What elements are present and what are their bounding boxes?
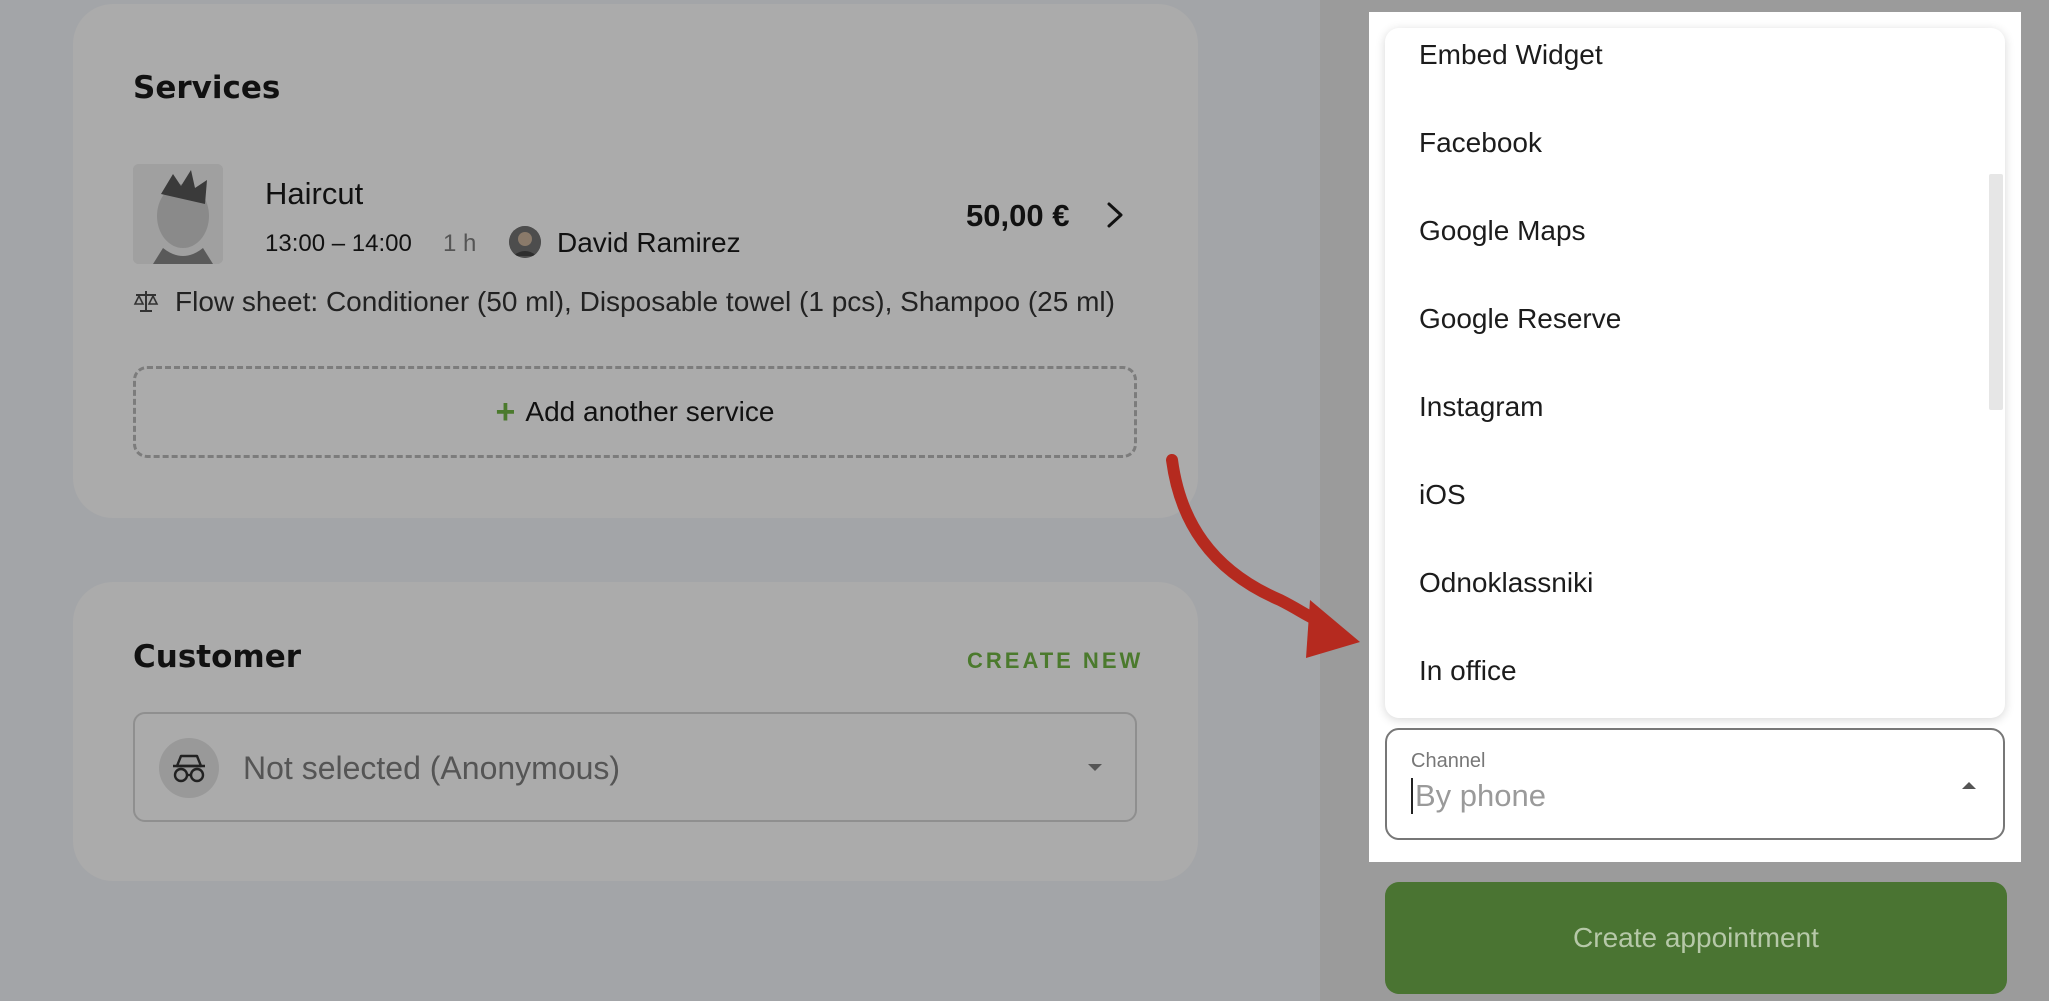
customer-card: Customer CREATE NEW Not selected (Anonym… — [73, 582, 1198, 881]
staff-avatar — [509, 226, 541, 258]
scale-icon — [133, 291, 159, 312]
add-service-label: Add another service — [525, 396, 775, 427]
option-odnoklassniki[interactable]: Odnoklassniki — [1385, 539, 1985, 627]
customer-select-value: Not selected (Anonymous) — [243, 750, 621, 786]
plus-icon: + — [495, 393, 516, 431]
service-time: 13:00 – 14:00 — [265, 230, 412, 257]
create-new-customer-link[interactable]: CREATE NEW — [967, 648, 1143, 674]
service-photo — [133, 164, 223, 264]
option-ios[interactable]: iOS — [1385, 451, 1985, 539]
customer-title: Customer — [133, 639, 302, 675]
scrollbar-thumb[interactable] — [1989, 174, 2003, 410]
service-photo-image — [133, 164, 223, 264]
services-card: Services Haircut 13:00 – 14:00 1 h David… — [73, 4, 1198, 518]
annotation-arrow-icon — [1166, 454, 1360, 658]
option-in-office[interactable]: In office — [1385, 627, 1985, 715]
service-duration: 1 h — [443, 230, 477, 257]
option-instagram[interactable]: Instagram — [1385, 363, 1985, 451]
create-appointment-button[interactable]: Create appointment — [1385, 882, 2007, 994]
option-embed-widget[interactable]: Embed Widget — [1385, 28, 1985, 99]
add-service-button[interactable]: + Add another service — [133, 366, 1137, 458]
anonymous-icon — [159, 738, 219, 798]
flow-sheet: Flow sheet: Conditioner (50 ml), Disposa… — [175, 286, 1115, 317]
channel-options-list[interactable]: Embed Widget Facebook Google Maps Google… — [1385, 28, 2005, 718]
channel-input[interactable]: By phone — [1411, 778, 1546, 814]
chevron-right-icon[interactable] — [1103, 200, 1127, 230]
service-price: 50,00 € — [966, 198, 1070, 233]
service-name: Haircut — [265, 176, 364, 211]
staff-name: David Ramirez — [557, 227, 741, 258]
option-google-reserve[interactable]: Google Reserve — [1385, 275, 1985, 363]
customer-select[interactable]: Not selected (Anonymous) — [133, 712, 1137, 822]
channel-select[interactable]: Channel By phone — [1385, 728, 2005, 840]
services-title: Services — [133, 70, 281, 106]
channel-label: Channel — [1411, 750, 1486, 772]
channel-dropdown-panel: Embed Widget Facebook Google Maps Google… — [1369, 12, 2021, 862]
caret-up-icon — [1962, 782, 1976, 789]
option-google-maps[interactable]: Google Maps — [1385, 187, 1985, 275]
option-facebook[interactable]: Facebook — [1385, 99, 1985, 187]
caret-down-icon — [1088, 764, 1102, 771]
